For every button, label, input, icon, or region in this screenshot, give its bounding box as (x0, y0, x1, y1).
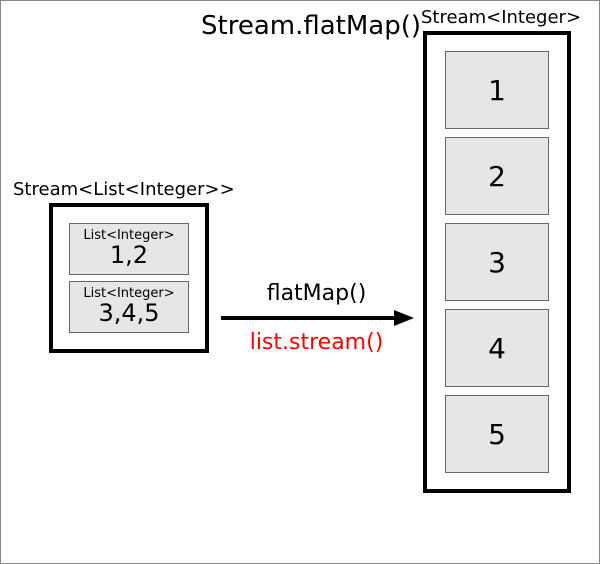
source-stream-box: List<Integer> 1,2 List<Integer> 3,4,5 (49, 203, 209, 353)
destination-item: 1 (445, 51, 549, 129)
source-type-label: Stream<List<Integer>> (13, 179, 235, 200)
source-list-values: 1,2 (74, 243, 184, 268)
diagram-title: Stream.flatMap() (1, 11, 421, 41)
source-list-item: List<Integer> 3,4,5 (69, 281, 189, 333)
flatmap-arrow: flatMap() list.stream() (219, 281, 414, 355)
diagram-canvas: Stream.flatMap() Stream<List<Integer>> L… (0, 0, 600, 564)
destination-type-label: Stream<Integer> (421, 7, 581, 28)
destination-item: 5 (445, 395, 549, 473)
arrow-top-label: flatMap() (219, 281, 414, 306)
destination-item: 4 (445, 309, 549, 387)
arrow-icon (219, 308, 414, 328)
destination-item: 2 (445, 137, 549, 215)
source-list-item: List<Integer> 1,2 (69, 223, 189, 275)
source-list-values: 3,4,5 (74, 301, 184, 326)
destination-item: 3 (445, 223, 549, 301)
arrow-bottom-label: list.stream() (219, 330, 414, 355)
destination-stream-box: 1 2 3 4 5 (423, 31, 571, 493)
